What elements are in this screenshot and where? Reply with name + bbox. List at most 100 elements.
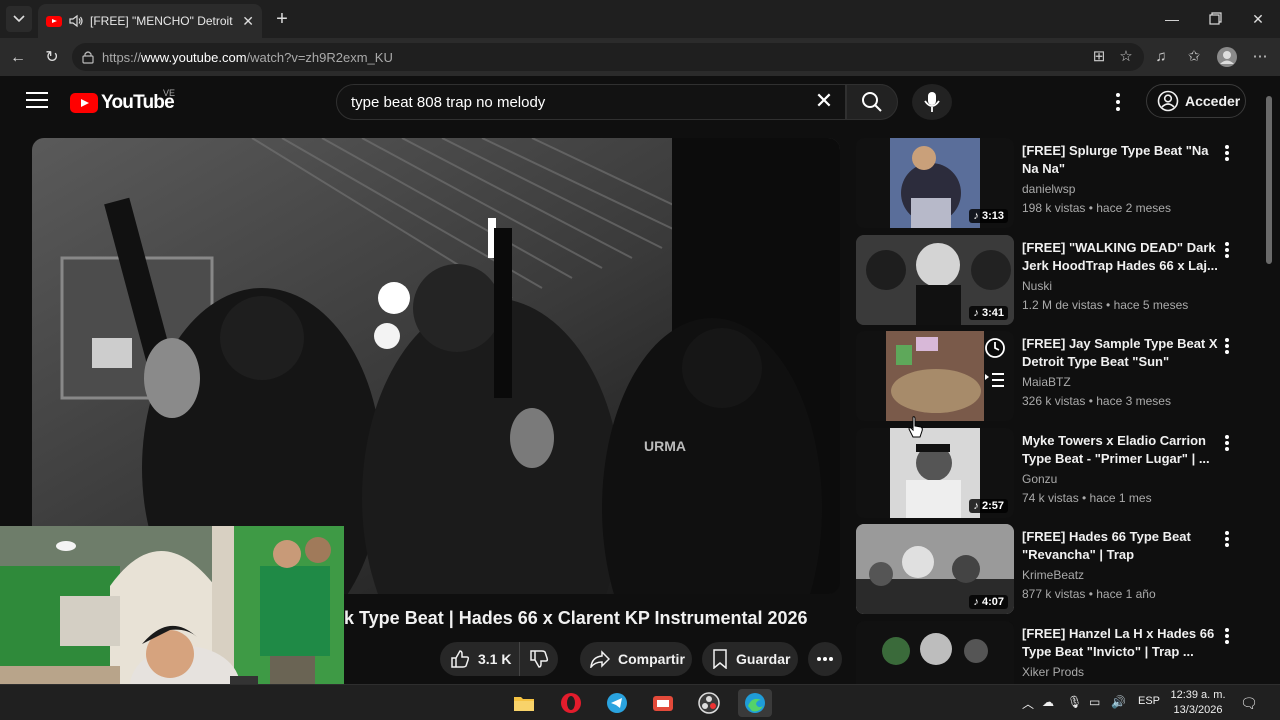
recommended-video[interactable]: [FREE] Hanzel La H x Hades 66 Type Beat … — [856, 621, 1256, 684]
search-button[interactable] — [846, 84, 898, 120]
channel-name[interactable]: Nuski — [1022, 279, 1052, 293]
video-title-link[interactable]: [FREE] Hanzel La H x Hades 66 Type Beat … — [1022, 625, 1218, 661]
app-install-icon[interactable]: ⊞ — [1088, 46, 1110, 68]
channel-name[interactable]: danielwsp — [1022, 182, 1075, 196]
obs-studio-icon[interactable] — [695, 689, 723, 717]
close-window-button[interactable]: ✕ — [1246, 8, 1270, 30]
settings-more-icon[interactable] — [1108, 90, 1128, 114]
recorder-app-icon[interactable] — [649, 689, 677, 717]
search-input[interactable]: type beat 808 trap no melody — [336, 84, 846, 120]
opera-browser-icon[interactable] — [557, 689, 585, 717]
more-vert-icon[interactable] — [1220, 335, 1234, 357]
favorites-icon[interactable]: ✩ — [1183, 46, 1205, 68]
video-title-link[interactable]: [FREE] Hades 66 Type Beat "Revancha" | T… — [1022, 528, 1218, 564]
more-vert-icon[interactable] — [1220, 142, 1234, 164]
restore-button[interactable] — [1203, 8, 1227, 30]
video-meta: 74 k vistas • hace 1 mes — [1022, 491, 1152, 505]
more-horizontal-icon — [817, 657, 833, 661]
file-explorer-icon[interactable] — [510, 689, 538, 717]
bookmark-icon — [713, 649, 727, 669]
country-code: VE — [163, 88, 176, 98]
tab-list-button[interactable] — [6, 6, 32, 32]
notifications-icon[interactable]: 🗨 — [1240, 695, 1258, 712]
site-info-icon[interactable] — [82, 50, 94, 64]
new-tab-button[interactable]: + — [270, 8, 294, 32]
browser-menu-icon[interactable]: ⋯ — [1249, 46, 1271, 68]
thumbs-up-icon — [451, 650, 470, 668]
more-vert-icon[interactable] — [1220, 625, 1234, 647]
watch-later-icon[interactable] — [984, 337, 1006, 359]
youtube-logo[interactable]: YouTube — [70, 92, 175, 114]
recommended-video[interactable]: ♪ 3:13 [FREE] Splurge Type Beat "Na Na N… — [856, 138, 1256, 228]
show-hidden-icons-icon[interactable]: ︿ — [1022, 695, 1034, 712]
video-title-link[interactable]: [FREE] "WALKING DEAD" Dark Jerk HoodTrap… — [1022, 239, 1218, 275]
guide-menu-icon[interactable] — [26, 92, 48, 110]
video-thumbnail[interactable]: ♪ 3:41 — [856, 235, 1014, 325]
recommended-video[interactable]: [FREE] Jay Sample Type Beat X Detroit Ty… — [856, 331, 1256, 421]
speaker-icon[interactable] — [68, 14, 84, 28]
profile-avatar-icon[interactable] — [1216, 46, 1238, 68]
taskbar-clock[interactable]: 12:39 a. m. 13/3/2026 — [1168, 688, 1228, 718]
account-icon — [1157, 90, 1179, 112]
video-duration: ♪ 4:07 — [969, 595, 1008, 609]
save-button[interactable]: Guardar — [702, 642, 798, 676]
url-prefix: https:// — [102, 49, 142, 65]
youtube-play-logo-icon — [70, 93, 98, 113]
video-title-link[interactable]: [FREE] Jay Sample Type Beat X Detroit Ty… — [1022, 335, 1218, 371]
channel-name[interactable]: KrimeBeatz — [1022, 568, 1084, 582]
network-icon[interactable]: ▭ — [1089, 695, 1100, 709]
onedrive-cloud-icon[interactable]: ☁ — [1042, 695, 1054, 709]
share-label: Compartir — [618, 651, 685, 667]
edge-browser-icon[interactable] — [738, 689, 772, 717]
clear-search-icon[interactable]: ✕ — [810, 88, 838, 116]
browser-toolbar: ← ↻ https://www.youtube.com/watch?v=zh9R… — [0, 38, 1280, 76]
telegram-icon[interactable] — [603, 689, 631, 717]
hand-cursor-icon — [908, 416, 924, 438]
recommended-video[interactable]: ♪ 2:57 Myke Towers x Eladio Carrion Type… — [856, 428, 1256, 518]
reload-button[interactable]: ↻ — [40, 46, 64, 70]
add-to-queue-icon[interactable] — [984, 371, 1006, 389]
video-thumbnail[interactable] — [856, 621, 1014, 684]
video-thumbnail[interactable] — [856, 331, 1014, 421]
video-title-link[interactable]: Myke Towers x Eladio Carrion Type Beat -… — [1022, 432, 1218, 468]
more-vert-icon[interactable] — [1220, 528, 1234, 550]
back-button[interactable]: ← — [6, 46, 30, 70]
language-indicator[interactable]: ESP — [1138, 695, 1160, 707]
browser-tab[interactable]: [FREE] "MENCHO" Detroit Sar ✕ — [38, 4, 262, 38]
video-meta: 326 k vistas • hace 3 meses — [1022, 394, 1171, 408]
read-aloud-icon[interactable]: ♫ — [1150, 46, 1172, 68]
thumbs-down-icon — [530, 650, 549, 668]
microphone-tray-icon[interactable]: 🎙 — [1067, 695, 1082, 709]
dislike-button[interactable] — [520, 642, 558, 676]
more-vert-icon[interactable] — [1220, 239, 1234, 261]
search-icon — [862, 92, 882, 112]
voice-search-button[interactable] — [912, 84, 952, 120]
signin-label: Acceder — [1185, 93, 1241, 109]
tab-title: [FREE] "MENCHO" Detroit Sar — [90, 14, 236, 28]
video-thumbnail[interactable]: ♪ 4:07 — [856, 524, 1014, 614]
recommended-video[interactable]: ♪ 3:41 [FREE] "WALKING DEAD" Dark Jerk H… — [856, 235, 1256, 325]
video-meta: 198 k vistas • hace 2 meses — [1022, 201, 1171, 215]
recommended-video[interactable]: ♪ 4:07 [FREE] Hades 66 Type Beat "Revanc… — [856, 524, 1256, 614]
volume-icon[interactable]: 🔊 — [1111, 695, 1126, 709]
channel-name[interactable]: Xiker Prods — [1022, 665, 1084, 679]
video-title-link[interactable]: [FREE] Splurge Type Beat "Na Na Na" — [1022, 142, 1218, 178]
video-duration: ♪ 3:41 — [969, 306, 1008, 320]
video-thumbnail[interactable]: ♪ 2:57 — [856, 428, 1014, 518]
like-button[interactable]: 3.1 K — [440, 642, 520, 676]
video-thumbnail[interactable]: ♪ 3:13 — [856, 138, 1014, 228]
signin-button[interactable]: Acceder — [1146, 84, 1246, 118]
scrollbar-thumb[interactable] — [1266, 96, 1272, 264]
minimize-button[interactable]: — — [1160, 8, 1184, 30]
favorite-star-icon[interactable]: ☆ — [1115, 46, 1137, 68]
share-button[interactable]: Compartir — [580, 642, 692, 676]
video-title: k Type Beat | Hades 66 x Clarent KP Inst… — [344, 608, 808, 628]
more-actions-button[interactable] — [808, 642, 842, 676]
save-label: Guardar — [736, 651, 791, 667]
channel-name[interactable]: MaiaBTZ — [1022, 375, 1071, 389]
channel-name[interactable]: Gonzu — [1022, 472, 1057, 486]
video-meta: 1.2 M de vistas • hace 5 meses — [1022, 298, 1189, 312]
close-tab-icon[interactable]: ✕ — [242, 13, 254, 30]
address-bar[interactable]: https://www.youtube.com/watch?v=zh9R2exm… — [72, 43, 1144, 71]
more-vert-icon[interactable] — [1220, 432, 1234, 454]
